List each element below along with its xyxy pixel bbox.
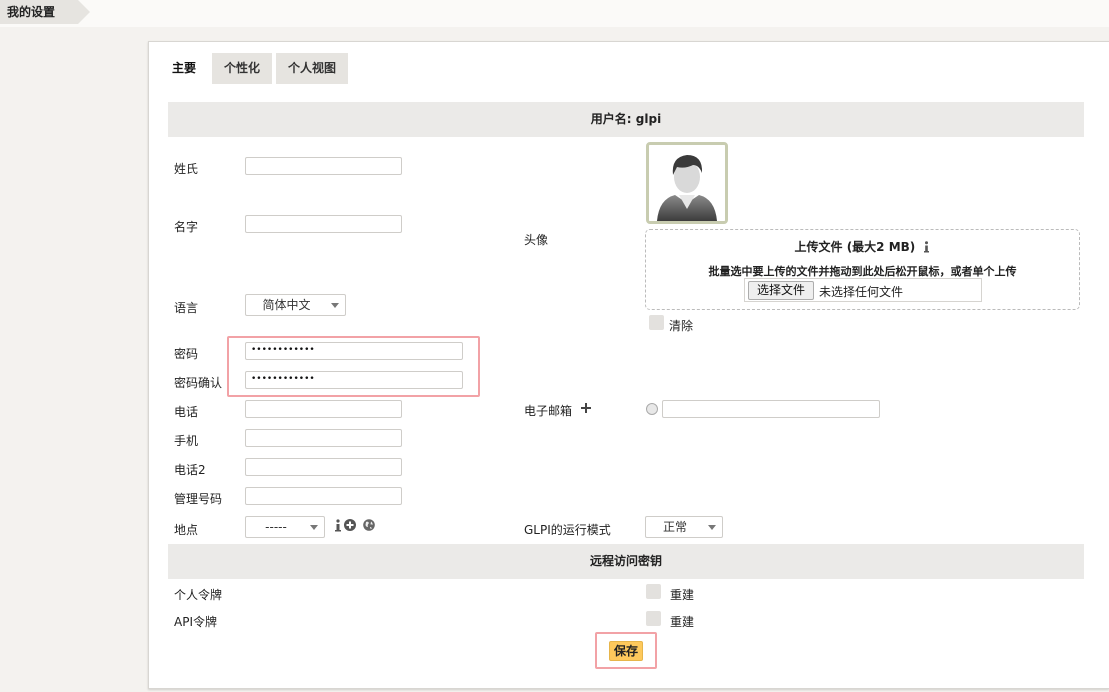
info-icon[interactable] <box>923 241 930 253</box>
tab-main[interactable]: 主要 <box>164 53 204 84</box>
admin-number-input[interactable] <box>245 487 402 505</box>
firstname-input[interactable] <box>245 215 402 233</box>
avatar-label: 头像 <box>524 233 549 247</box>
personal-token-regenerate-checkbox[interactable] <box>646 584 661 599</box>
surname-label: 姓氏 <box>174 162 199 176</box>
chevron-down-icon <box>310 525 318 530</box>
clear-avatar-checkbox[interactable] <box>649 315 664 330</box>
password-field[interactable]: •••••••••••• <box>245 342 463 360</box>
chevron-down-icon <box>708 525 716 530</box>
password-confirm-label: 密码确认 <box>174 376 223 390</box>
info-icon[interactable] <box>334 519 342 532</box>
breadcrumb-title: 我的设置 <box>7 5 56 19</box>
globe-icon[interactable] <box>363 519 375 531</box>
tab-personalization[interactable]: 个性化 <box>212 53 272 84</box>
firstname-label: 名字 <box>174 220 199 234</box>
phone-input[interactable] <box>245 400 402 418</box>
email-default-radio[interactable] <box>646 403 658 415</box>
api-token-regenerate-checkbox[interactable] <box>646 611 661 626</box>
save-button[interactable]: 保存 <box>609 641 643 661</box>
remote-access-header: 远程访问密钥 <box>168 544 1084 579</box>
glpi-mode-select-value: 正常 <box>662 520 687 534</box>
language-label: 语言 <box>174 301 199 315</box>
plus-circle-icon[interactable] <box>344 519 356 531</box>
plus-icon[interactable] <box>581 403 591 413</box>
choose-file-button[interactable]: 选择文件 <box>748 281 814 300</box>
location-select-value: ----- <box>265 520 287 534</box>
no-file-text: 未选择任何文件 <box>819 285 904 299</box>
glpi-mode-label: GLPI的运行模式 <box>524 523 611 537</box>
surname-input[interactable] <box>245 157 402 175</box>
mobile-label: 手机 <box>174 434 199 448</box>
breadcrumb[interactable]: 我的设置 <box>0 0 90 24</box>
upload-dropzone[interactable]: 上传文件 (最大2 MB) 批量选中要上传的文件并拖动到此处后松开鼠标，或者单个… <box>645 229 1080 310</box>
settings-panel: 主要 个性化 个人视图 用户名: glpi 姓氏 名字 语言 简体中文 密码 •… <box>148 41 1109 689</box>
password-confirm-value: •••••••••••• <box>251 374 315 384</box>
chevron-down-icon <box>331 303 339 308</box>
api-token-regenerate-label: 重建 <box>670 615 695 629</box>
location-select[interactable]: ----- <box>245 516 325 538</box>
personal-token-regenerate-label: 重建 <box>670 588 695 602</box>
upload-title: 上传文件 (最大2 MB) <box>646 238 1079 255</box>
clear-avatar-label: 清除 <box>669 319 694 333</box>
password-value: •••••••••••• <box>251 345 315 355</box>
language-select[interactable]: 简体中文 <box>245 294 346 316</box>
password-confirm-field[interactable]: •••••••••••• <box>245 371 463 389</box>
file-input[interactable]: 选择文件 未选择任何文件 <box>744 278 982 302</box>
username-header: 用户名: glpi <box>168 102 1084 137</box>
phone2-label: 电话2 <box>174 463 206 477</box>
location-label: 地点 <box>174 523 199 537</box>
language-select-value: 简体中文 <box>262 298 311 312</box>
email-input[interactable] <box>662 400 880 418</box>
password-label: 密码 <box>174 347 199 361</box>
upload-hint: 批量选中要上传的文件并拖动到此处后松开鼠标，或者单个上传 <box>708 265 1017 278</box>
phone2-input[interactable] <box>245 458 402 476</box>
user-silhouette-icon <box>649 145 725 221</box>
mobile-input[interactable] <box>245 429 402 447</box>
tab-personal-view[interactable]: 个人视图 <box>276 53 348 84</box>
api-token-label: API令牌 <box>174 615 217 629</box>
avatar-image <box>646 142 728 224</box>
save-highlight-box: 保存 <box>595 632 657 669</box>
admin-number-label: 管理号码 <box>174 492 223 506</box>
glpi-mode-select[interactable]: 正常 <box>645 516 723 538</box>
top-bar: 我的设置 <box>0 0 1109 27</box>
email-label: 电子邮箱 <box>524 404 573 418</box>
personal-token-label: 个人令牌 <box>174 588 223 602</box>
phone-label: 电话 <box>174 405 199 419</box>
